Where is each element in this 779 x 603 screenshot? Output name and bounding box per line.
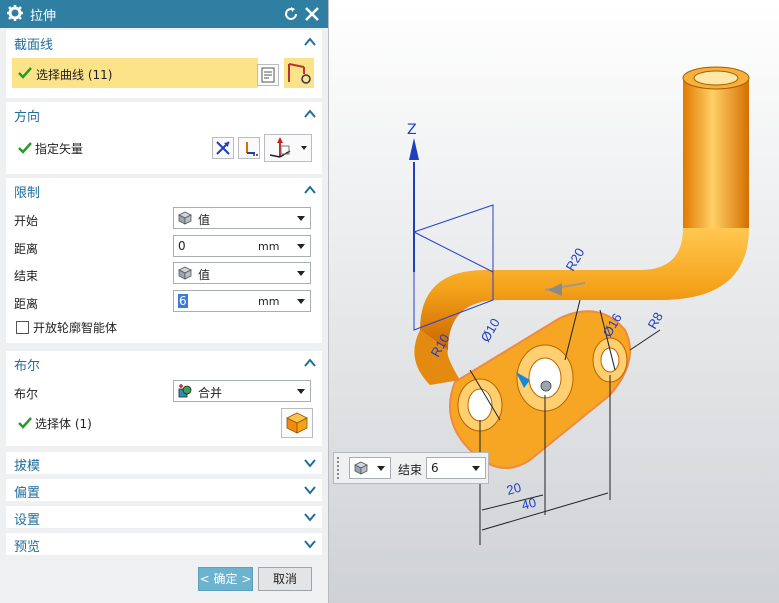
check-icon: [18, 142, 32, 154]
sketch-section-icon: [288, 63, 311, 84]
chevron-down-icon: [301, 146, 307, 150]
specify-vector-label: 指定矢量: [35, 142, 84, 156]
boolean-type-select[interactable]: 合并: [173, 380, 311, 402]
vector-dialog-button[interactable]: [238, 137, 260, 159]
z-axis-label: Z: [407, 122, 417, 138]
floating-end-toolbar: 结束 6: [333, 452, 489, 484]
draft-group[interactable]: 拔模: [6, 452, 322, 474]
draft-title: 拔模: [14, 459, 41, 474]
start-type-value: 值: [198, 213, 211, 227]
boolean-group: 布尔 布尔 合并 选择体 (1): [6, 351, 322, 446]
limits-title: 限制: [14, 186, 41, 201]
end-mini-value: 6: [431, 461, 439, 475]
section-curve-title: 截面线: [14, 38, 54, 53]
start-distance-input[interactable]: 0 mm: [173, 235, 311, 257]
value-cube-icon: [354, 461, 368, 475]
end-mini-label: 结束: [398, 463, 423, 477]
boolean-title: 布尔: [14, 359, 41, 374]
chevron-down-icon: [297, 299, 305, 304]
end-label: 结束: [14, 269, 39, 283]
ok-button[interactable]: < 确定 >: [198, 567, 253, 591]
chevron-down-icon: [377, 466, 385, 471]
select-curve-label: 选择曲线 (11): [36, 68, 113, 82]
preview-title: 预览: [14, 540, 41, 555]
close-icon[interactable]: [303, 5, 321, 23]
dialog-title-bar: 拉伸: [0, 0, 328, 28]
direction-group: 方向 指定矢量: [6, 102, 322, 174]
start-type-select[interactable]: 值: [173, 207, 311, 229]
settings-title: 设置: [14, 513, 41, 528]
check-icon: [18, 417, 32, 429]
offset-group[interactable]: 偏置: [6, 479, 322, 501]
section-curve-header[interactable]: 截面线: [6, 30, 322, 54]
start-distance-unit: mm: [258, 240, 280, 253]
cancel-button[interactable]: 取消: [258, 567, 312, 591]
end-distance-input[interactable]: 6 mm: [173, 290, 311, 312]
end-type-value: 值: [198, 268, 211, 282]
direction-title: 方向: [14, 110, 41, 125]
end-distance-label: 距离: [14, 297, 39, 311]
end-distance-unit: mm: [258, 295, 280, 308]
end-mini-input[interactable]: 6: [426, 457, 486, 479]
check-icon: [18, 67, 32, 79]
reset-icon[interactable]: [282, 5, 300, 23]
value-cube-icon: [178, 211, 192, 225]
chevron-down-icon: [297, 244, 305, 249]
reverse-direction-button[interactable]: [212, 137, 234, 159]
chevron-up-icon[interactable]: [304, 357, 316, 369]
boolean-label: 布尔: [14, 387, 39, 401]
direction-header[interactable]: 方向: [6, 102, 322, 126]
chevron-down-icon[interactable]: [304, 457, 316, 469]
drag-handle[interactable]: [337, 457, 344, 479]
vector-dialog-icon: [246, 142, 258, 156]
vector-type-dropdown[interactable]: [264, 134, 312, 162]
end-type-select[interactable]: 值: [173, 262, 311, 284]
value-cube-icon: [178, 266, 192, 280]
chevron-down-icon[interactable]: [304, 484, 316, 496]
open-profile-checkbox[interactable]: [16, 321, 29, 334]
select-body-button[interactable]: [281, 408, 313, 438]
chevron-down-icon: [297, 271, 305, 276]
chevron-down-icon: [472, 466, 480, 471]
gear-icon[interactable]: [6, 4, 24, 22]
curve-rule-button[interactable]: [257, 64, 279, 86]
select-curve-row[interactable]: 选择曲线 (11): [12, 58, 258, 88]
chevron-up-icon[interactable]: [304, 36, 316, 48]
chevron-down-icon[interactable]: [304, 511, 316, 523]
preview-group[interactable]: 预览: [6, 533, 322, 555]
start-distance-label: 距离: [14, 242, 39, 256]
boolean-type-value: 合并: [198, 386, 223, 400]
reverse-direction-icon: [216, 141, 230, 155]
solid-body-icon: [286, 412, 308, 434]
section-curve-group: 截面线 选择曲线 (11): [6, 30, 322, 98]
sketch-section-button[interactable]: [284, 58, 314, 88]
offset-title: 偏置: [14, 486, 41, 501]
settings-group[interactable]: 设置: [6, 506, 322, 528]
chevron-up-icon[interactable]: [304, 108, 316, 120]
limits-group: 限制 开始 值 距离 0 mm 结束 值 距离 6 mm 开放轮廓智能体: [6, 178, 322, 343]
dialog-title: 拉伸: [30, 9, 57, 24]
chevron-down-icon: [297, 389, 305, 394]
chevron-down-icon[interactable]: [304, 538, 316, 550]
boolean-header[interactable]: 布尔: [6, 351, 322, 375]
curve-rule-icon: [261, 67, 275, 83]
open-profile-label: 开放轮廓智能体: [33, 321, 118, 335]
extrude-dialog: 拉伸 截面线 选择曲线 (11) 方向 指定矢量 限制 开始 值 距离 0 mm…: [0, 0, 329, 603]
chevron-down-icon: [297, 216, 305, 221]
chevron-up-icon[interactable]: [304, 184, 316, 196]
unite-icon: [178, 384, 192, 398]
end-type-mini-select[interactable]: [349, 457, 391, 479]
start-distance-value: 0: [178, 239, 186, 253]
graphics-viewport[interactable]: Z R20 R10 Ø10 Ø16 R8 20 40: [329, 0, 779, 603]
limits-header[interactable]: 限制: [6, 178, 322, 202]
start-label: 开始: [14, 214, 39, 228]
inferred-vector-icon: [269, 137, 291, 158]
end-distance-value: 6: [178, 294, 188, 308]
select-body-label: 选择体 (1): [35, 417, 92, 431]
